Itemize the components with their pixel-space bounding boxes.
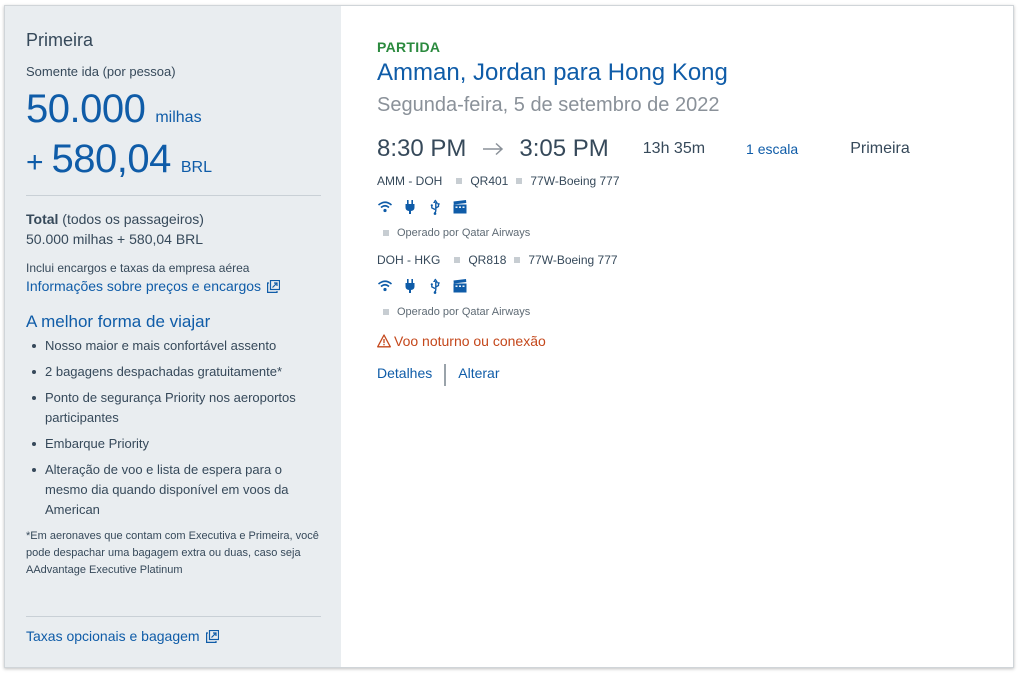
segment-info: DOH - HKG QR818 77W-Boeing 777 xyxy=(377,252,1013,268)
segment-route: AMM - DOH xyxy=(377,174,443,188)
miles-unit: milhas xyxy=(155,109,202,126)
operated-by-text: Operado por Qatar Airways xyxy=(397,306,531,318)
route-title: Amman, Jordan para Hong Kong xyxy=(377,59,728,86)
flight-details-panel: PARTIDA Amman, Jordan para Hong Kong Seg… xyxy=(341,6,1013,667)
details-link[interactable]: Detalhes xyxy=(377,365,432,381)
price-summary-panel: Primeira Somente ida (por pessoa) 50.000… xyxy=(5,6,341,667)
segment-route: DOH - HKG xyxy=(377,253,441,267)
separator xyxy=(516,178,523,184)
benefit-item: Embarque Priority xyxy=(26,434,316,454)
flight-card: Primeira Somente ida (por pessoa) 50.000… xyxy=(4,5,1014,668)
external-link-icon xyxy=(267,279,281,293)
flight-duration: 13h 35m xyxy=(642,140,706,157)
amenities xyxy=(377,277,1013,295)
flight-date: Segunda-feira, 5 de setembro de 2022 xyxy=(377,94,720,116)
benefit-item: Ponto de segurança Priority nos aeroport… xyxy=(26,388,316,428)
pricing-info-link[interactable]: Informações sobre preços e encargos xyxy=(26,278,281,294)
optional-fees-link-label: Taxas opcionais e bagagem xyxy=(26,628,200,644)
power-icon xyxy=(402,199,418,215)
operated-by: Operado por Qatar Airways xyxy=(377,306,1013,318)
segment: AMM - DOH QR401 77W-Boeing 777 Operado p… xyxy=(377,173,1013,239)
segment-aircraft: 77W-Boeing 777 xyxy=(530,174,620,188)
cash-amount: 580,04 xyxy=(51,137,172,181)
wifi-icon xyxy=(377,199,393,215)
flight-actions: Detalhes Alterar xyxy=(377,359,1013,386)
operated-by-text: Operado por Qatar Airways xyxy=(397,227,531,239)
segment-flight-number: QR818 xyxy=(468,253,507,267)
currency-code: BRL xyxy=(180,159,212,176)
departure-label: PARTIDA xyxy=(377,39,441,55)
warning-text: Voo noturno ou conexão xyxy=(394,333,546,349)
total-label-bold: Total xyxy=(26,211,59,227)
arrival-time: 3:05 PM xyxy=(519,135,609,162)
benefit-item: 2 bagagens despachadas gratuitamente* xyxy=(26,362,316,382)
includes-text: Inclui encargos e taxas da empresa aérea xyxy=(26,261,250,275)
separator xyxy=(456,178,463,184)
stops-link[interactable]: 1 escala xyxy=(746,141,798,157)
cash-price: + 580,04 BRL xyxy=(26,137,321,183)
benefit-item: Nosso maior e mais confortável assento xyxy=(26,336,316,356)
total-value: 50.000 milhas + 580,04 BRL xyxy=(26,231,204,247)
amenities xyxy=(377,198,1013,216)
power-icon xyxy=(402,278,418,294)
total-label-suffix: (todos os passageiros) xyxy=(58,211,204,227)
plus-sign: + xyxy=(26,146,44,179)
external-link-icon xyxy=(205,629,219,643)
departure-time: 8:30 PM xyxy=(377,135,467,162)
segment-info: AMM - DOH QR401 77W-Boeing 777 xyxy=(377,173,1013,189)
cabin-class: Primeira xyxy=(850,140,910,157)
optional-fees-link[interactable]: Taxas opcionais e bagagem xyxy=(26,628,219,644)
total-label: Total (todos os passageiros) xyxy=(26,209,321,229)
entertainment-icon xyxy=(452,199,468,215)
trip-type: Somente ida (por pessoa) xyxy=(26,64,176,79)
usb-icon xyxy=(427,199,443,215)
segment-aircraft: 77W-Boeing 777 xyxy=(528,253,618,267)
flight-times: 8:30 PM 3:05 PM 13h 35m 1 escala Primeir… xyxy=(377,134,1013,164)
warning-icon xyxy=(377,334,391,348)
baggage-footnote: *Em aeronaves que contam com Executiva e… xyxy=(26,530,319,576)
separator xyxy=(383,309,389,315)
entertainment-icon xyxy=(452,278,468,294)
cabin-title: Primeira xyxy=(26,30,94,50)
overnight-warning: Voo noturno ou conexão xyxy=(377,333,1013,349)
change-link[interactable]: Alterar xyxy=(458,365,499,381)
separator xyxy=(514,257,521,263)
miles-amount: 50.000 xyxy=(26,87,146,131)
pricing-info-link-label: Informações sobre preços e encargos xyxy=(26,278,262,294)
separator xyxy=(454,257,461,263)
wifi-icon xyxy=(377,278,393,294)
usb-icon xyxy=(427,278,443,294)
segment: DOH - HKG QR818 77W-Boeing 777 Operado p… xyxy=(377,252,1013,318)
divider xyxy=(26,616,321,617)
benefits-list: Nosso maior e mais confortável assento 2… xyxy=(26,336,321,520)
benefit-item: Alteração de voo e lista de espera para … xyxy=(26,460,316,520)
divider xyxy=(444,364,447,386)
operated-by: Operado por Qatar Airways xyxy=(377,227,1013,239)
separator xyxy=(383,230,389,236)
best-way-title: A melhor forma de viajar xyxy=(26,312,211,331)
arrow-right-icon xyxy=(483,142,504,156)
segment-flight-number: QR401 xyxy=(470,174,509,188)
divider xyxy=(26,195,321,196)
miles-price: 50.000 milhas xyxy=(26,87,321,133)
